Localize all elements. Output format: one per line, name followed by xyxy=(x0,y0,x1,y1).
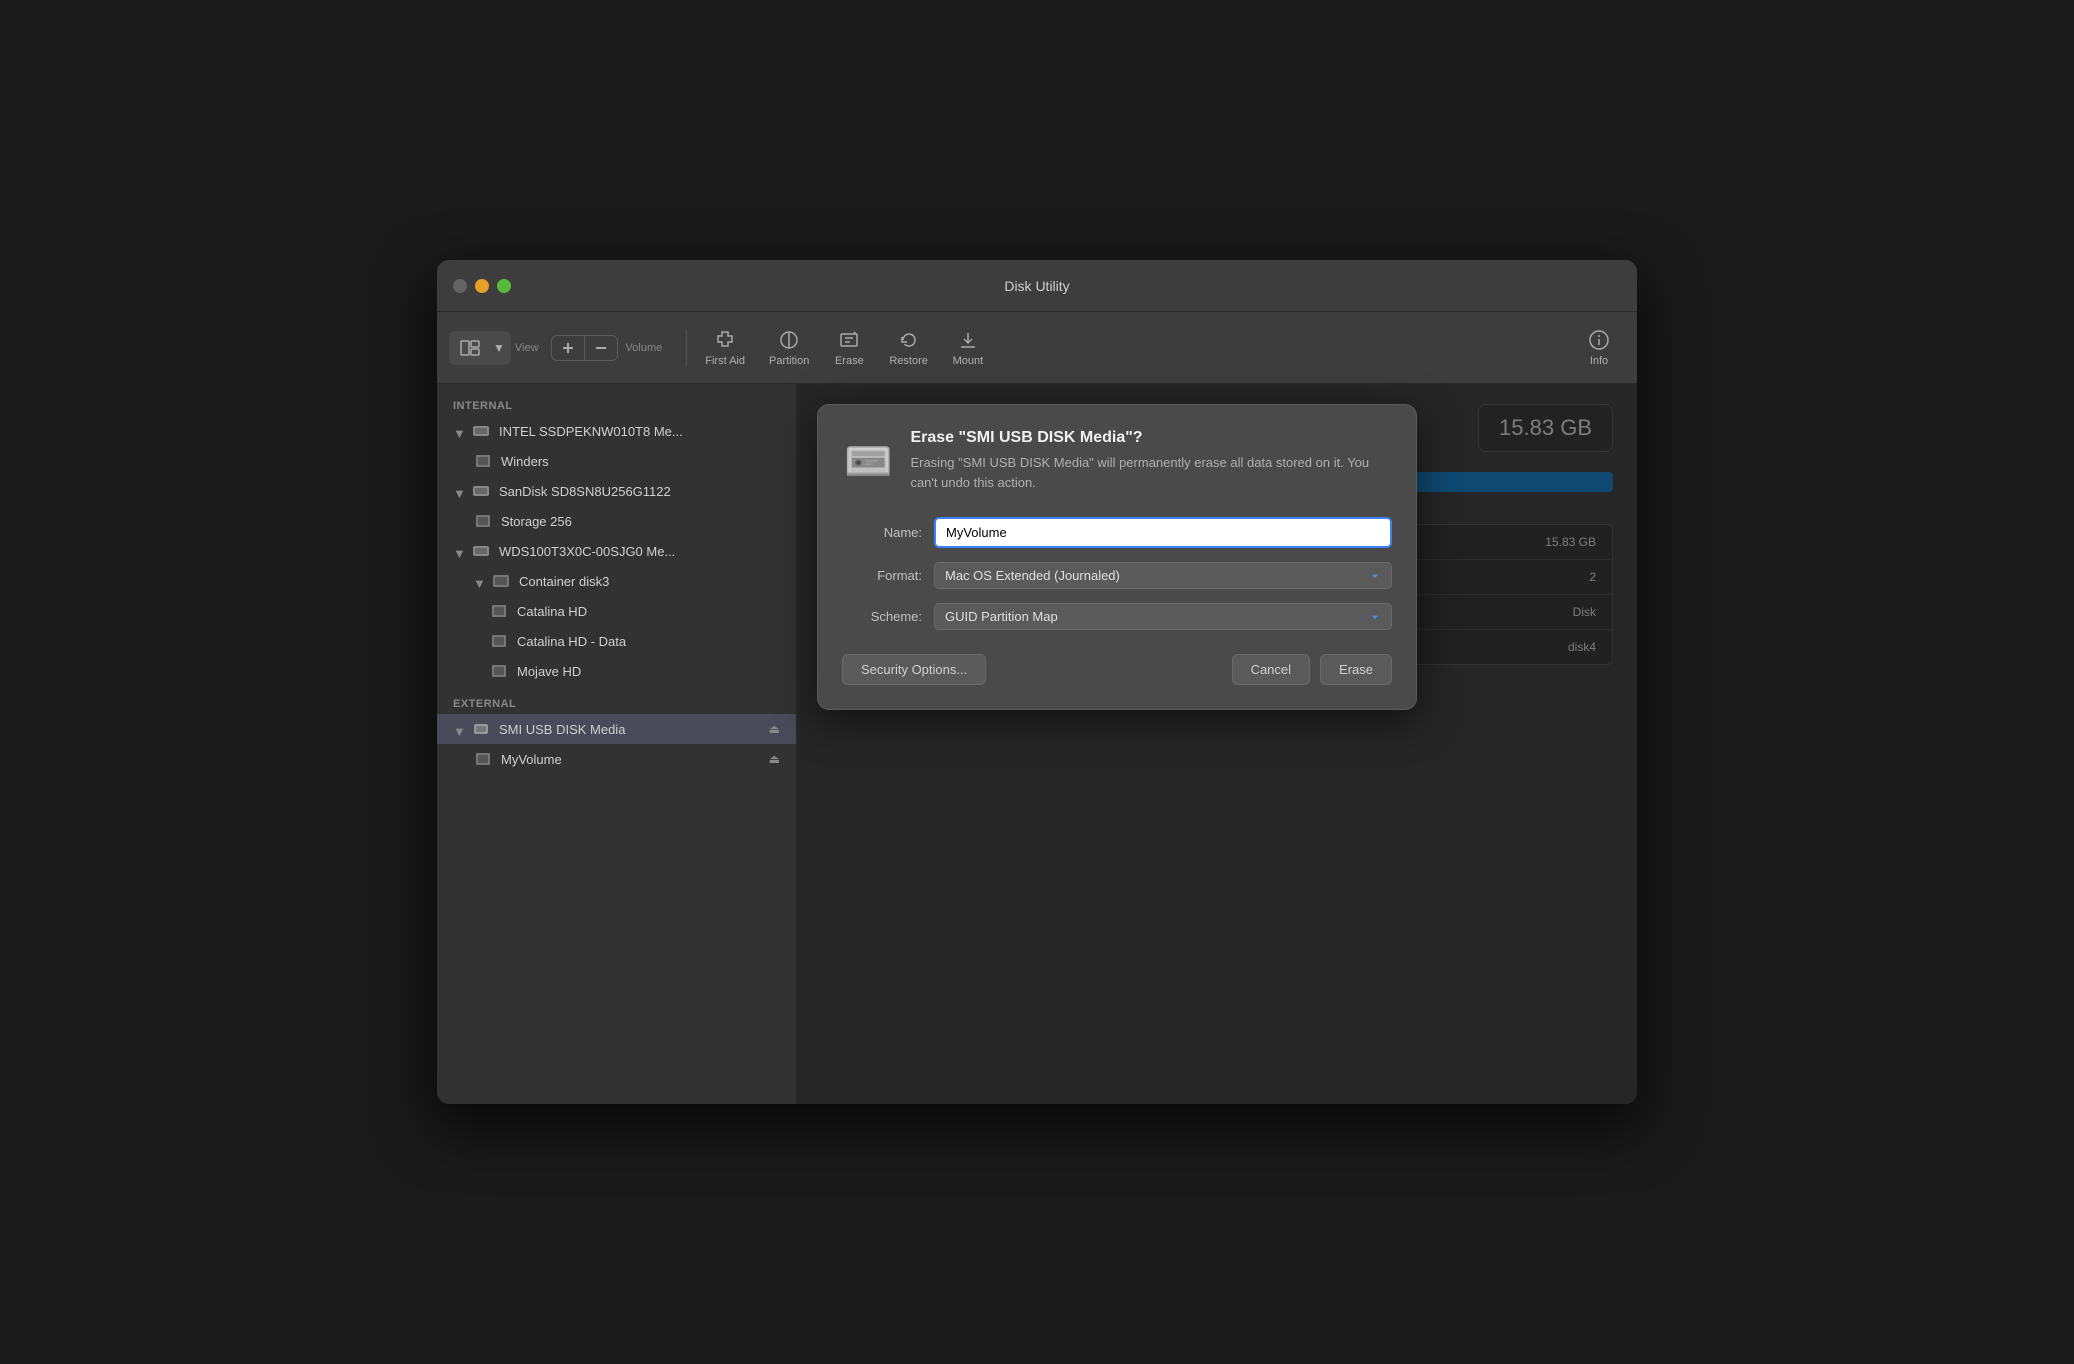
sidebar-item-label: Catalina HD - Data xyxy=(517,634,626,649)
erase-button[interactable]: Erase xyxy=(823,323,875,373)
chevron-icon: ▼ xyxy=(453,426,463,436)
volume-icon xyxy=(473,749,493,769)
partition-label: Partition xyxy=(769,355,809,367)
partition-button[interactable]: Partition xyxy=(759,323,819,373)
disk-image xyxy=(842,429,894,493)
eject-icon[interactable]: ⏏ xyxy=(769,722,780,736)
modal-buttons: Security Options... Cancel Erase xyxy=(842,654,1392,685)
sidebar-item-label: WDS100T3X0C-00SJG0 Me... xyxy=(499,544,675,559)
minimize-button[interactable] xyxy=(475,279,489,293)
container-icon xyxy=(491,571,511,591)
first-aid-label: First Aid xyxy=(705,355,745,367)
sidebar-item-myvolume[interactable]: MyVolume ⏏ xyxy=(437,744,796,774)
disk-utility-window: Disk Utility ▼ View Volume xyxy=(437,260,1637,1104)
sidebar-item-label: Storage 256 xyxy=(501,514,572,529)
volume-icon xyxy=(489,661,509,681)
format-label: Format: xyxy=(842,568,922,583)
toolbar-separator-1 xyxy=(686,330,687,366)
restore-label: Restore xyxy=(889,355,928,367)
volume-icon xyxy=(473,511,493,531)
internal-section-label: Internal xyxy=(437,396,796,416)
sidebar-item-label: Catalina HD xyxy=(517,604,587,619)
scheme-label: Scheme: xyxy=(842,609,922,624)
view-chevron[interactable]: ▼ xyxy=(489,341,509,355)
external-section-label: External xyxy=(437,694,796,714)
sidebar-item-label: INTEL SSDPEKNW010T8 Me... xyxy=(499,424,683,439)
name-label: Name: xyxy=(842,525,922,540)
window-title: Disk Utility xyxy=(1004,278,1069,294)
main-content: Internal ▼ INTEL SSDPEKNW010T8 Me... Win… xyxy=(437,384,1637,1104)
volume-icon xyxy=(489,601,509,621)
sidebar-item-intel-ssd[interactable]: ▼ INTEL SSDPEKNW010T8 Me... xyxy=(437,416,796,446)
volume-icon xyxy=(489,631,509,651)
erase-confirm-button[interactable]: Erase xyxy=(1320,654,1392,685)
toolbar: ▼ View Volume First Aid P xyxy=(437,312,1637,384)
sidebar-item-mojave-hd[interactable]: Mojave HD xyxy=(437,656,796,686)
modal-btn-group: Cancel Erase xyxy=(1232,654,1392,685)
format-select[interactable]: Mac OS Extended (Journaled) xyxy=(934,562,1392,589)
maximize-button[interactable] xyxy=(497,279,511,293)
info-button[interactable]: Info xyxy=(1573,323,1625,373)
view-label: View xyxy=(515,342,539,354)
sidebar-item-label: SanDisk SD8SN8U256G1122 xyxy=(499,484,671,499)
sidebar-item-wds100[interactable]: ▼ WDS100T3X0C-00SJG0 Me... xyxy=(437,536,796,566)
drive-icon xyxy=(471,481,491,501)
remove-volume-button[interactable] xyxy=(585,335,618,361)
modal-overlay: Erase "SMI USB DISK Media"? Erasing "SMI… xyxy=(797,384,1637,1104)
sidebar-item-sandisk[interactable]: ▼ SanDisk SD8SN8U256G1122 xyxy=(437,476,796,506)
name-row: Name: xyxy=(842,517,1392,548)
sidebar-item-label: Winders xyxy=(501,454,549,469)
modal-header: Erase "SMI USB DISK Media"? Erasing "SMI… xyxy=(842,429,1392,493)
sidebar-item-storage256[interactable]: Storage 256 xyxy=(437,506,796,536)
sidebar-item-container[interactable]: ▼ Container disk3 xyxy=(437,566,796,596)
close-button[interactable] xyxy=(453,279,467,293)
first-aid-button[interactable]: First Aid xyxy=(695,323,755,373)
chevron-icon: ▼ xyxy=(453,724,463,734)
mount-label: Mount xyxy=(953,355,984,367)
sidebar-item-label: MyVolume xyxy=(501,752,562,767)
chevron-icon: ▼ xyxy=(473,576,483,586)
security-options-button[interactable]: Security Options... xyxy=(842,654,986,685)
sidebar-item-label: SMI USB DISK Media xyxy=(499,722,625,737)
sidebar-item-catalina-hd[interactable]: Catalina HD xyxy=(437,596,796,626)
sidebar-item-winders[interactable]: Winders xyxy=(437,446,796,476)
sidebar-item-catalina-data[interactable]: Catalina HD - Data xyxy=(437,626,796,656)
sidebar: Internal ▼ INTEL SSDPEKNW010T8 Me... Win… xyxy=(437,384,797,1104)
view-group: ▼ xyxy=(449,331,511,365)
scheme-select[interactable]: GUID Partition Map xyxy=(934,603,1392,630)
volume-label: Volume xyxy=(626,342,663,354)
modal-form: Name: Format: Mac OS Extended (Journaled… xyxy=(842,517,1392,630)
modal-description: Erasing "SMI USB DISK Media" will perman… xyxy=(910,453,1392,492)
traffic-lights xyxy=(453,279,511,293)
chevron-icon: ▼ xyxy=(453,546,463,556)
volume-icon xyxy=(473,451,493,471)
chevron-icon: ▼ xyxy=(453,486,463,496)
add-volume-button[interactable] xyxy=(551,335,585,361)
right-panel: 15.83 GB Location: External Capacity: 15… xyxy=(797,384,1637,1104)
name-input[interactable] xyxy=(934,517,1392,548)
view-button[interactable] xyxy=(451,333,489,363)
sidebar-item-label: Container disk3 xyxy=(519,574,609,589)
sidebar-item-label: Mojave HD xyxy=(517,664,581,679)
volume-buttons xyxy=(551,335,618,361)
usb-drive-icon xyxy=(471,719,491,739)
erase-label: Erase xyxy=(835,355,864,367)
erase-modal: Erase "SMI USB DISK Media"? Erasing "SMI… xyxy=(817,404,1417,710)
sidebar-item-smi-usb[interactable]: ▼ SMI USB DISK Media ⏏ xyxy=(437,714,796,744)
mount-button[interactable]: Mount xyxy=(942,323,994,373)
restore-button[interactable]: Restore xyxy=(879,323,938,373)
scheme-row: Scheme: GUID Partition Map xyxy=(842,603,1392,630)
modal-header-text: Erase "SMI USB DISK Media"? Erasing "SMI… xyxy=(910,429,1392,492)
info-label: Info xyxy=(1590,355,1608,367)
eject-icon[interactable]: ⏏ xyxy=(769,752,780,766)
drive-icon xyxy=(471,421,491,441)
title-bar: Disk Utility xyxy=(437,260,1637,312)
format-row: Format: Mac OS Extended (Journaled) xyxy=(842,562,1392,589)
drive-icon xyxy=(471,541,491,561)
modal-title: Erase "SMI USB DISK Media"? xyxy=(910,429,1392,447)
cancel-button[interactable]: Cancel xyxy=(1232,654,1310,685)
